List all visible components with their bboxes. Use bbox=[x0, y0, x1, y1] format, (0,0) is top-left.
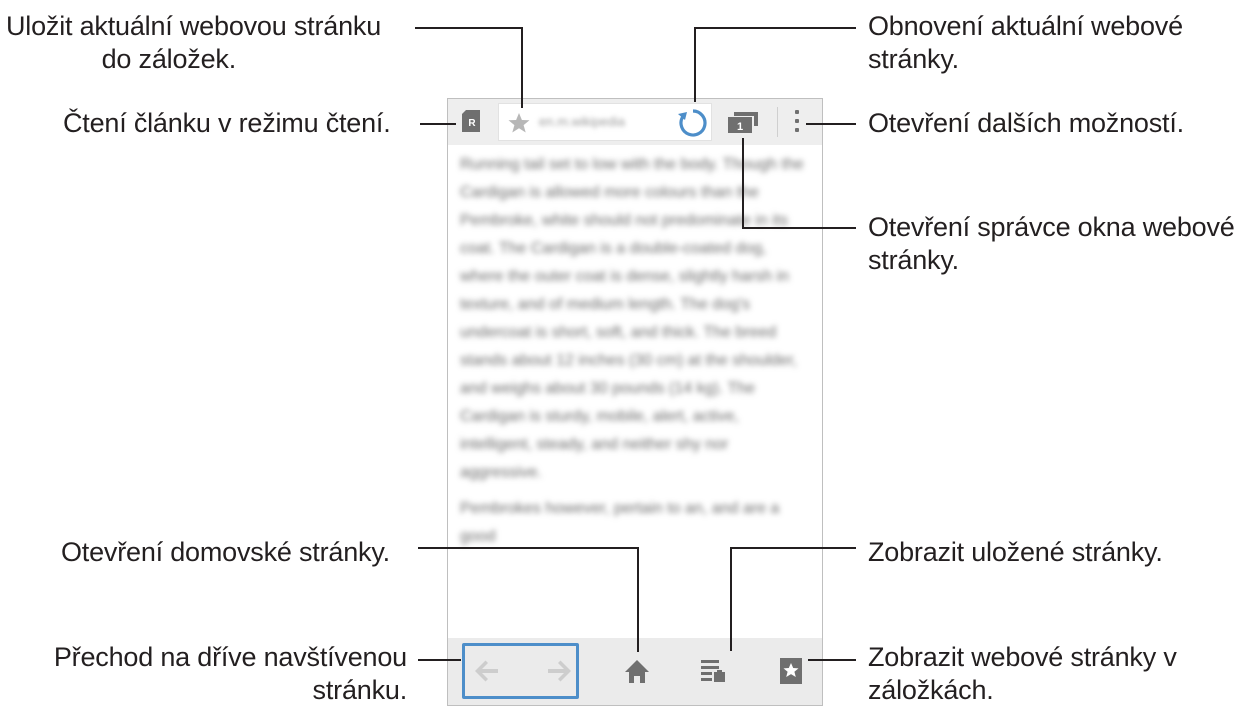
leader-line-refresh bbox=[694, 27, 856, 102]
leader-line-save-bookmark bbox=[415, 27, 523, 108]
leader-line-window-manager bbox=[742, 138, 856, 229]
leader-line-home bbox=[418, 547, 639, 652]
callout-leader-lines bbox=[415, 27, 856, 661]
leader-line-saved-pages bbox=[730, 547, 856, 651]
